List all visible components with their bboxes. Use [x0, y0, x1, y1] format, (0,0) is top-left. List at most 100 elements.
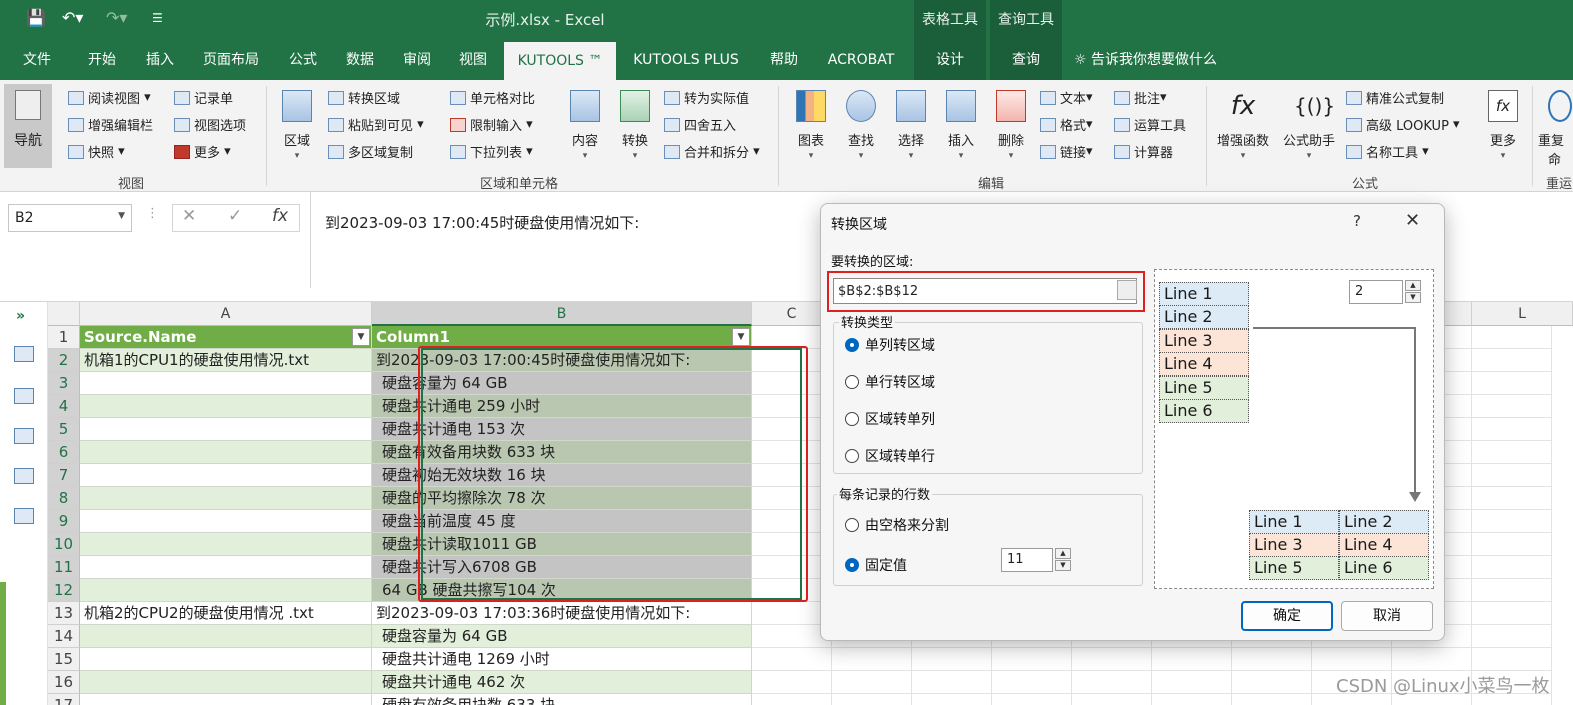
tab-page-layout[interactable]: 页面布局 [192, 40, 270, 80]
tab-file[interactable]: 文件 [10, 40, 64, 80]
tab-design[interactable]: 设计 [914, 40, 986, 80]
comment-button[interactable]: 批注 ▾ [1114, 88, 1167, 107]
empty-cell[interactable] [1152, 694, 1232, 705]
table-cell-b[interactable]: 64 GB 硬盘共擦写104 次 [372, 579, 752, 602]
text-button[interactable]: 文本 ▾ [1040, 88, 1093, 107]
table-cell-a[interactable] [80, 556, 372, 579]
table-cell-a[interactable]: 机箱2的CPU2的硬盘使用情况 .txt [80, 602, 372, 625]
row-header[interactable]: 9 [48, 510, 80, 533]
empty-cell[interactable] [752, 648, 832, 671]
row-header[interactable]: 6 [48, 441, 80, 464]
radio-single-column-to-range[interactable]: 单列转区域 [845, 335, 935, 355]
empty-cell[interactable] [1232, 671, 1312, 694]
table-cell-b[interactable]: 硬盘当前温度 45 度 [372, 510, 752, 533]
spin-up-icon[interactable]: ▲ [1055, 548, 1071, 559]
name-manager-icon[interactable] [14, 388, 34, 404]
advanced-lookup-button[interactable]: 高级 LOOKUP ▾ [1346, 115, 1460, 134]
calculator-button[interactable]: 计算器 [1114, 142, 1173, 161]
workbook-icon[interactable] [14, 346, 34, 362]
find-button[interactable]: 查找 ▾ [836, 86, 886, 161]
column-header-l[interactable]: L [1472, 302, 1573, 326]
snapshot-button[interactable]: 快照 ▾ [68, 142, 125, 161]
chevron-down-icon[interactable]: ▼ [118, 211, 125, 221]
empty-cell[interactable] [992, 671, 1072, 694]
tab-view[interactable]: 视图 [446, 40, 500, 80]
table-cell-b[interactable]: 到2023-09-03 17:00:45时硬盘使用情况如下: [372, 349, 752, 372]
empty-cell[interactable] [1472, 464, 1552, 487]
tab-kutools[interactable]: KUTOOLS ™ [504, 42, 616, 80]
filter-b-dropdown-icon[interactable]: ▼ [732, 328, 750, 346]
row-header[interactable]: 7 [48, 464, 80, 487]
radio-range-to-single-column[interactable]: 区域转单列 [845, 409, 935, 429]
view-options-button[interactable]: 视图选项 [174, 115, 246, 134]
empty-cell[interactable] [912, 671, 992, 694]
table-cell-b[interactable]: 硬盘共计通电 153 次 [372, 418, 752, 441]
empty-cell[interactable] [1472, 395, 1552, 418]
restrict-input-button[interactable]: 限制输入 ▾ [450, 115, 533, 134]
row-header[interactable]: 10 [48, 533, 80, 556]
table-cell-b[interactable]: 硬盘的平均擦除次 78 次 [372, 487, 752, 510]
chart-button[interactable]: 图表 ▾ [786, 86, 836, 161]
convert-button[interactable]: 转换 ▾ [610, 86, 660, 161]
empty-cell[interactable] [912, 694, 992, 705]
empty-cell[interactable] [832, 671, 912, 694]
enhanced-functions-button[interactable]: fx 增强函数 ▾ [1212, 86, 1274, 161]
spin-down-icon[interactable]: ▼ [1055, 560, 1071, 571]
empty-cell[interactable] [1072, 694, 1152, 705]
table-cell-a[interactable] [80, 372, 372, 395]
table-cell-a[interactable] [80, 648, 372, 671]
row-header[interactable]: 11 [48, 556, 80, 579]
empty-cell[interactable] [992, 648, 1072, 671]
select-button[interactable]: 选择 ▾ [886, 86, 936, 161]
table-header-cell[interactable]: Column1 [372, 326, 752, 349]
empty-cell[interactable] [832, 648, 912, 671]
empty-cell[interactable] [1472, 487, 1552, 510]
sidebar-handle[interactable] [0, 582, 6, 705]
empty-cell[interactable] [832, 694, 912, 705]
empty-cell[interactable] [1072, 671, 1152, 694]
ok-button[interactable]: 确定 [1241, 601, 1333, 631]
help-icon[interactable]: ? [1353, 212, 1361, 230]
table-cell-a[interactable]: 机箱1的CPU1的硬盘使用情况.txt [80, 349, 372, 372]
table-cell-b[interactable]: 硬盘共计通电 259 小时 [372, 395, 752, 418]
link-button[interactable]: 链接 ▾ [1040, 142, 1093, 161]
empty-cell[interactable] [1472, 372, 1552, 395]
table-header-cell[interactable]: Source.Name [80, 326, 372, 349]
empty-cell[interactable] [1472, 602, 1552, 625]
empty-cell[interactable] [1392, 648, 1472, 671]
table-cell-b[interactable]: 到2023-09-03 17:03:36时硬盘使用情况如下: [372, 602, 752, 625]
to-actual-button[interactable]: 转为实际值 [664, 88, 749, 107]
reading-view-button[interactable]: 阅读视图 ▾ [68, 88, 151, 107]
table-cell-a[interactable] [80, 579, 372, 602]
table-cell-a[interactable] [80, 418, 372, 441]
tab-data[interactable]: 数据 [332, 40, 388, 80]
row-header[interactable]: 4 [48, 395, 80, 418]
delete-button[interactable]: 删除 ▾ [986, 86, 1036, 161]
name-box[interactable]: B2 ▼ [8, 204, 132, 232]
exact-formula-copy-button[interactable]: 精准公式复制 [1346, 88, 1444, 107]
column-header-a[interactable]: A [80, 302, 372, 326]
paste-to-visible-button[interactable]: 粘贴到可见 ▾ [328, 115, 424, 134]
confirm-icon[interactable]: ✓ [228, 206, 242, 226]
row-header[interactable]: 1 [48, 326, 80, 349]
empty-cell[interactable] [1472, 648, 1552, 671]
name-tools-button[interactable]: 名称工具 ▾ [1346, 142, 1429, 161]
row-header[interactable]: 12 [48, 579, 80, 602]
tab-insert[interactable]: 插入 [132, 40, 188, 80]
more-formula-button[interactable]: fx 更多 ▾ [1478, 86, 1528, 161]
enhanced-edit-bar-button[interactable]: 增强编辑栏 [68, 115, 153, 134]
select-all-corner[interactable] [48, 302, 80, 326]
empty-cell[interactable] [912, 648, 992, 671]
radio-range-to-single-row[interactable]: 区域转单行 [845, 446, 935, 466]
empty-cell[interactable] [1472, 441, 1552, 464]
row-header[interactable]: 17 [48, 694, 80, 705]
navigation-button[interactable]: 导航 [4, 84, 52, 168]
find-replace-icon[interactable] [14, 508, 34, 524]
multi-range-copy-button[interactable]: 多区域复制 [328, 142, 413, 161]
empty-cell[interactable] [1072, 648, 1152, 671]
table-cell-b[interactable]: 硬盘容量为 64 GB [372, 625, 752, 648]
transform-range-button[interactable]: 转换区域 [328, 88, 400, 107]
empty-cell[interactable] [752, 694, 832, 705]
tell-me-search[interactable]: ☼ 告诉我你想要做什么 [1074, 40, 1244, 80]
empty-cell[interactable] [1472, 579, 1552, 602]
